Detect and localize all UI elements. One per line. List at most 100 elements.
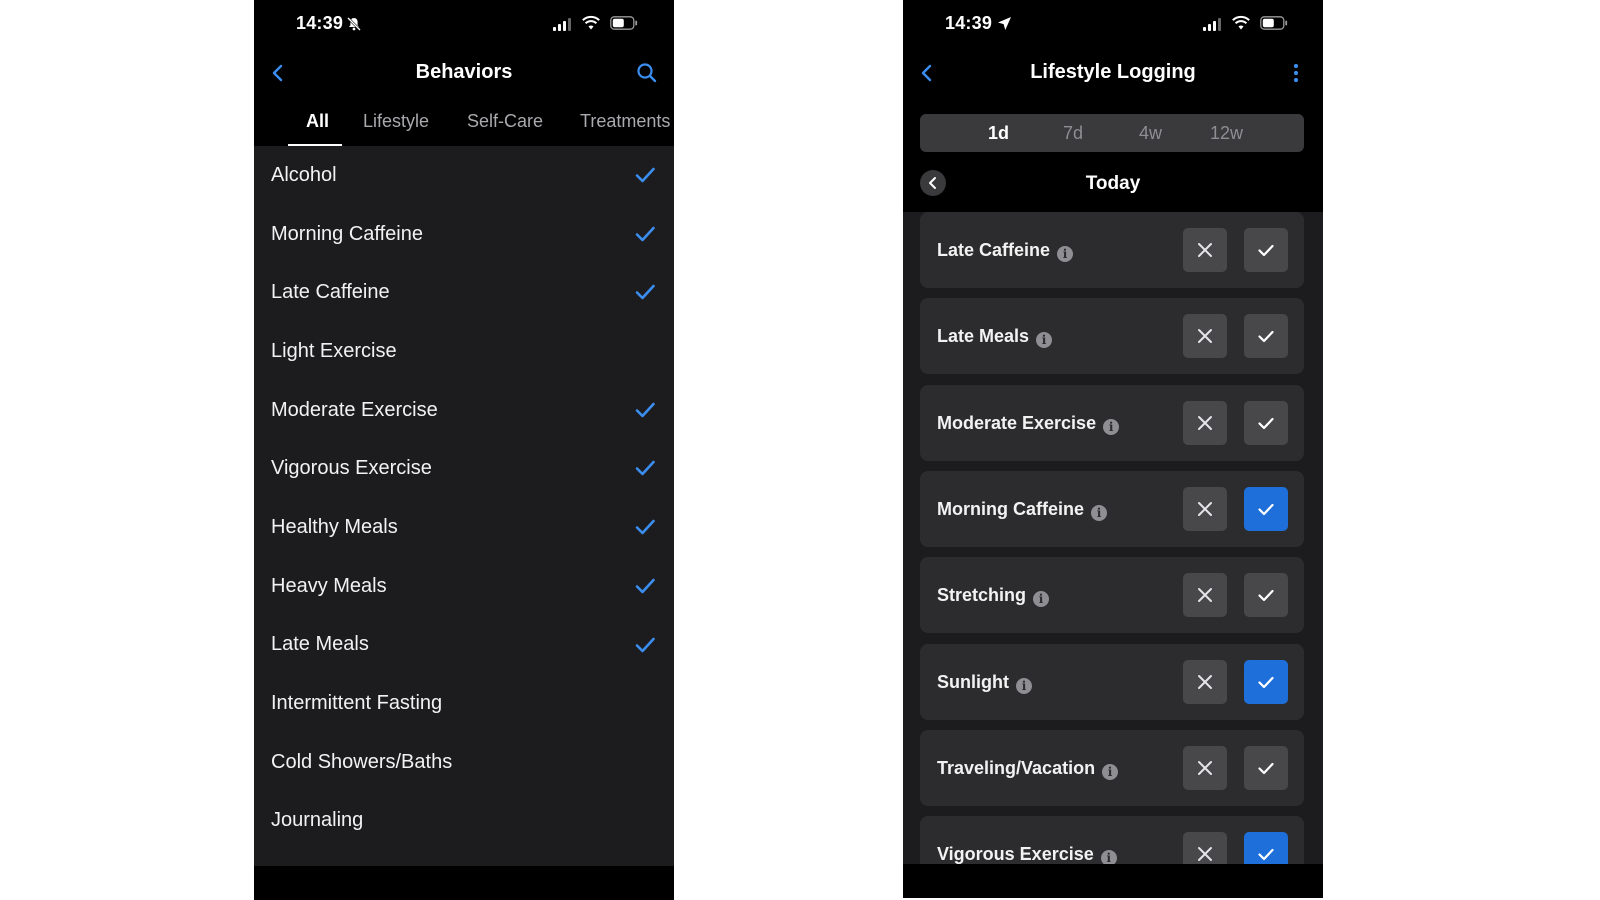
range-12w[interactable]: 12w [1210, 123, 1243, 144]
mark-no-button[interactable] [1183, 659, 1227, 704]
checkmark-icon [635, 637, 655, 652]
checkmark-icon [635, 402, 655, 418]
behavior-label: Intermittent Fasting [271, 692, 443, 715]
tab-all[interactable]: All [306, 111, 329, 132]
cellular-signal-icon [1203, 17, 1225, 31]
tab-treatments[interactable]: Treatments [580, 111, 670, 132]
status-time: 14:39 [296, 13, 344, 33]
behavior-label: Moderate Exercise [937, 412, 1097, 433]
mark-yes-button[interactable] [1244, 314, 1288, 359]
checkmark-icon [635, 285, 655, 300]
info-icon[interactable]: i [1057, 246, 1074, 262]
mark-no-button[interactable] [1183, 314, 1227, 359]
behavior-log-list: Late Caffeine i Late Meals i Moderate Exerci… [903, 212, 1323, 864]
behavior-item-late-caffeine[interactable]: Late Caffeine [254, 263, 674, 322]
page-title: Behaviors [415, 61, 513, 83]
behavior-item-intermittent-fasting[interactable]: Intermittent Fasting [254, 674, 674, 733]
info-icon[interactable]: i [1100, 850, 1117, 864]
log-card-vigorous-exercise: Vigorous Exercise i [920, 816, 1304, 864]
checkmark-icon [1258, 331, 1274, 343]
behavior-item-moderate-exercise[interactable]: Moderate Exercise [254, 381, 674, 440]
checkmark-icon [1258, 848, 1274, 861]
behavior-label: Late Caffeine [271, 281, 390, 304]
close-icon [1198, 329, 1212, 344]
more-vertical-icon[interactable] [1283, 60, 1309, 86]
checkmark-icon [1258, 590, 1274, 602]
page-title: Lifestyle Logging [1030, 61, 1196, 83]
behavior-name: Stretching i [937, 585, 1050, 608]
behavior-item-vigorous-exercise[interactable]: Vigorous Exercise [254, 439, 674, 498]
cellular-signal-icon [553, 17, 575, 31]
behavior-item-alcohol[interactable]: Alcohol [254, 146, 674, 205]
info-icon[interactable]: i [1033, 591, 1050, 608]
checkmark-icon [1258, 676, 1274, 688]
behavior-item-light-exercise[interactable]: Light Exercise [254, 322, 674, 381]
behavior-name: Sunlight i [937, 672, 1032, 694]
date-navigator: Today [903, 166, 1323, 202]
info-icon[interactable]: i [1015, 677, 1032, 694]
checkmark-icon [1258, 503, 1274, 515]
checkmark-icon [1258, 762, 1274, 774]
checkmark-icon [635, 461, 655, 476]
time-range-selector: 1d 7d 4w 12w [920, 114, 1304, 152]
mark-no-button[interactable] [1183, 832, 1227, 864]
search-icon[interactable] [634, 60, 660, 86]
info-icon[interactable]: i [1091, 504, 1107, 521]
range-4w[interactable]: 4w [1139, 123, 1162, 144]
log-card-moderate-exercise: Moderate Exercise i [920, 384, 1304, 461]
log-card-stretching: Stretching i [920, 557, 1304, 634]
close-icon [1198, 674, 1212, 689]
behavior-label: Vigorous Exercise [271, 457, 432, 480]
mark-no-button[interactable] [1183, 745, 1227, 790]
nav-bar: Lifestyle Logging [903, 52, 1323, 92]
info-icon[interactable]: i [1103, 418, 1120, 435]
behavior-name: Vigorous Exercise i [937, 844, 1117, 864]
tab-self-care[interactable]: Self-Care [467, 111, 543, 132]
mark-no-button[interactable] [1183, 400, 1227, 445]
behavior-item-morning-caffeine[interactable]: Morning Caffeine [254, 205, 674, 264]
behavior-label: Heavy Meals [271, 574, 387, 597]
behavior-label: Stretching [937, 585, 1027, 606]
behavior-label: Sunlight [937, 671, 1009, 692]
mark-no-button[interactable] [1183, 486, 1227, 531]
log-card-late-meals: Late Meals i [920, 298, 1304, 375]
behavior-label: Traveling/Vacation [937, 757, 1096, 778]
log-card-traveling-vacation: Traveling/Vacation i [920, 729, 1304, 806]
checkmark-icon [635, 167, 655, 183]
behavior-label: Alcohol [271, 163, 337, 186]
close-icon [1198, 501, 1212, 516]
behavior-item-journaling[interactable]: Journaling [254, 792, 674, 851]
range-1d[interactable]: 1d [988, 123, 1009, 144]
mark-yes-button[interactable] [1244, 486, 1288, 531]
behavior-item-healthy-meals[interactable]: Healthy Meals [254, 498, 674, 557]
mark-yes-button[interactable] [1244, 400, 1288, 445]
date-label: Today [1085, 173, 1141, 194]
behavior-label: Late Caffeine [937, 240, 1051, 260]
mark-yes-button[interactable] [1244, 659, 1288, 704]
behavior-label: Vigorous Exercise [937, 844, 1094, 864]
status-bar: 14:39 [254, 0, 674, 48]
mark-yes-button[interactable] [1244, 745, 1288, 790]
behavior-item-cold-showers-baths[interactable]: Cold Showers/Baths [254, 733, 674, 792]
range-7d[interactable]: 7d [1063, 123, 1083, 144]
mark-no-button[interactable] [1183, 228, 1227, 272]
tab-lifestyle[interactable]: Lifestyle [363, 111, 429, 132]
behavior-item-heavy-meals[interactable]: Heavy Meals [254, 557, 674, 616]
behavior-item-late-meals[interactable]: Late Meals [254, 616, 674, 675]
mark-yes-button[interactable] [1244, 832, 1288, 864]
behavior-label: Late Meals [937, 326, 1030, 347]
info-icon[interactable]: i [1036, 332, 1053, 349]
checkmark-icon [1258, 417, 1274, 429]
lifestyle-logging-screen: 14:39 Lifestyle Logging 1d 7d 4w 12w Tod… [903, 0, 1323, 898]
behavior-name: Morning Caffeine i [937, 499, 1107, 521]
wifi-icon [1232, 15, 1250, 30]
info-icon[interactable]: i [1102, 763, 1119, 780]
close-icon [1198, 588, 1212, 603]
mark-no-button[interactable] [1183, 573, 1227, 618]
log-card-late-caffeine: Late Caffeine i [920, 212, 1304, 288]
mark-yes-button[interactable] [1244, 228, 1288, 272]
behavior-label: Morning Caffeine [937, 498, 1084, 519]
behavior-label: Journaling [271, 809, 364, 832]
home-indicator-area [254, 866, 674, 900]
mark-yes-button[interactable] [1244, 573, 1288, 618]
